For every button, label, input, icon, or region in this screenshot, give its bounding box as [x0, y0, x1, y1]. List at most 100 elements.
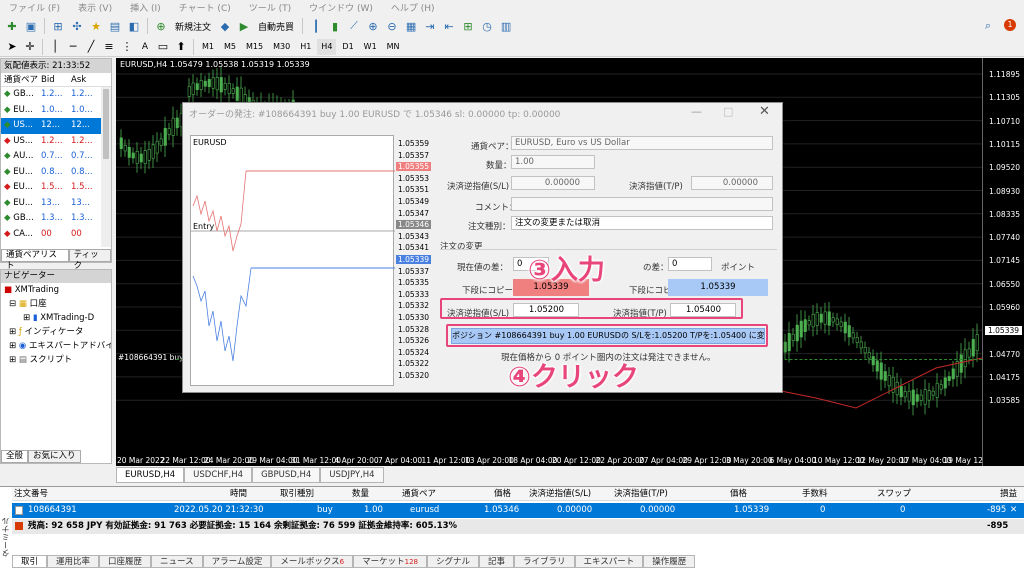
nav-item-scripts[interactable]: ⊞ ▤ スクリプト [1, 353, 111, 367]
chart-tab-gbpusd[interactable]: GBPUSD,H4 [252, 467, 321, 483]
new-order-button[interactable]: 新規注文 [172, 20, 214, 33]
market-row[interactable]: ◆ US... 12... 12... [1, 118, 111, 134]
tab-experts[interactable]: エキスパート [574, 555, 644, 568]
nav-item-xmtrading[interactable]: ■ XMTrading [1, 283, 111, 297]
menu-insert[interactable]: 挿入 (I) [121, 1, 170, 14]
th-sl[interactable]: 決済逆指値(S/L) [529, 487, 591, 501]
tab-alerts[interactable]: アラーム設定 [202, 555, 272, 568]
tab-journal[interactable]: 操作履歴 [643, 555, 696, 568]
order-row[interactable]: 108664391 2022.05.20 21:32:30 buy 1.00 e… [12, 503, 1024, 518]
cursor-icon[interactable]: ➤ [4, 38, 20, 56]
nav-item-accounts[interactable]: ⊟ ▦ 口座 [1, 297, 111, 311]
close-order-icon[interactable]: ✕ [1010, 503, 1017, 518]
tab-ticks[interactable]: ティック [68, 249, 111, 271]
scroll-icon[interactable]: ⇥ [422, 17, 438, 35]
tab-symbols[interactable]: 通貨ペアリスト [1, 249, 69, 271]
market-row[interactable]: ◆ EU... 13... 13... [1, 196, 111, 212]
market-row[interactable]: ◆ GB... 1.3... 1.3... [1, 211, 111, 227]
tp-input[interactable]: 0.00000 [691, 176, 773, 190]
line-chart-icon[interactable]: ⟋ [346, 17, 362, 35]
menu-tools[interactable]: ツール (T) [240, 1, 300, 14]
market-row[interactable]: ◆ EU... 0.8... 0.8... [1, 165, 111, 181]
chart-tab-usdjpy[interactable]: USDJPY,H4 [320, 467, 384, 483]
tab-market[interactable]: マーケット128 [353, 555, 427, 568]
tf-m5[interactable]: M5 [220, 39, 240, 55]
periods-icon[interactable]: ◷ [479, 17, 495, 35]
crosshair-icon[interactable]: ✛ [22, 38, 38, 56]
sl-input[interactable]: 0.00000 [511, 176, 595, 190]
bar-chart-icon[interactable]: ┃ [308, 17, 324, 35]
tab-mailbox[interactable]: メールボックス6 [271, 555, 354, 568]
expand-icon[interactable]: ⊟ [9, 299, 16, 309]
zoom-in-icon[interactable]: ⊕ [365, 17, 381, 35]
autotrading-icon[interactable]: ▶ [236, 17, 252, 35]
nav-item-experts[interactable]: ⊞ ◉ エキスパートアドバイザ [1, 339, 111, 353]
tf-d1[interactable]: D1 [338, 39, 357, 55]
market-row[interactable]: ◆ CA... 00 00 [1, 227, 111, 243]
menu-window[interactable]: ウインドウ (W) [300, 1, 382, 14]
symbol-select[interactable]: EURUSD, Euro vs US Dollar [511, 136, 773, 150]
th-ticket[interactable]: 注文番号 [14, 487, 48, 501]
metaeditor-icon[interactable]: ◆ [217, 17, 233, 35]
market-watch-icon[interactable]: ⊞ [50, 17, 66, 35]
expand-icon[interactable]: ⊞ [9, 355, 16, 365]
tab-articles[interactable]: 記事 [479, 555, 515, 568]
tab-history[interactable]: 口座履歴 [99, 555, 152, 568]
market-scrollbar[interactable] [101, 87, 111, 247]
tf-mn[interactable]: MN [383, 39, 404, 55]
tile-windows-icon[interactable]: ▦ [403, 17, 419, 35]
tf-h4[interactable]: H4 [317, 38, 337, 55]
minimize-icon[interactable]: — [691, 105, 702, 118]
maximize-icon[interactable]: □ [723, 105, 733, 118]
tf-h1[interactable]: H1 [296, 39, 315, 55]
th-type[interactable]: 取引種別 [280, 487, 314, 501]
tab-trade[interactable]: 取引 [12, 555, 48, 568]
new-order-icon[interactable]: ⊕ [153, 17, 169, 35]
fibonacci-icon[interactable]: ⋮ [119, 38, 135, 56]
th-price[interactable]: 価格 [494, 487, 511, 501]
tf-w1[interactable]: W1 [360, 39, 381, 55]
market-row[interactable]: ◆ EU... 1.5... 1.5... [1, 180, 111, 196]
label-icon[interactable]: ▭ [155, 38, 171, 56]
market-row[interactable]: ◆ AU... 0.7... 0.7... [1, 149, 111, 165]
tf-m15[interactable]: M15 [242, 39, 267, 55]
market-row[interactable]: ◆ GB... 1.2... 1.2... [1, 87, 111, 103]
comment-input[interactable] [511, 197, 773, 211]
chart-tab-eurusd[interactable]: EURUSD,H4 [116, 467, 185, 483]
text-icon[interactable]: A [137, 38, 153, 56]
th-time[interactable]: 時間 [230, 487, 247, 501]
tester-icon[interactable]: ◧ [126, 17, 142, 35]
profiles-icon[interactable]: ▣ [23, 17, 39, 35]
tf-m1[interactable]: M1 [198, 39, 218, 55]
expand-icon[interactable]: ⊞ [23, 313, 30, 323]
auto-trade-button[interactable]: 自動売買 [255, 20, 297, 33]
market-row[interactable]: ◆ US... 1.2... 1.2... [1, 134, 111, 150]
th-symbol[interactable]: 通貨ペア [402, 487, 436, 501]
tab-favorites[interactable]: お気に入り [28, 450, 81, 463]
nav-item-account[interactable]: ⊞ ▮ XMTrading-D [1, 311, 111, 325]
channel-icon[interactable]: ≡ [101, 38, 117, 56]
zoom-out-icon[interactable]: ⊖ [384, 17, 400, 35]
menu-chart[interactable]: チャート (C) [170, 1, 240, 14]
notification-badge[interactable]: 1 [1004, 19, 1016, 31]
th-tp[interactable]: 決済指値(T/P) [614, 487, 668, 501]
col-bid[interactable]: Bid [41, 73, 71, 86]
horizontal-line-icon[interactable]: ─ [65, 38, 81, 56]
menu-help[interactable]: ヘルプ (H) [382, 1, 444, 14]
tab-news[interactable]: ニュース [151, 555, 203, 568]
volume-select[interactable]: 1.00 [511, 155, 595, 169]
expand-icon[interactable]: ⊞ [9, 327, 16, 337]
new-chart-icon[interactable]: ✚ [4, 17, 20, 35]
th-current-price[interactable]: 価格 [730, 487, 747, 501]
col-symbol[interactable]: 通貨ペア [1, 73, 41, 86]
tab-library[interactable]: ライブラリ [514, 555, 575, 568]
vertical-line-icon[interactable]: │ [47, 38, 63, 56]
col-ask[interactable]: Ask [71, 73, 99, 86]
shift-icon[interactable]: ⇤ [441, 17, 457, 35]
navigator-icon[interactable]: ★ [88, 17, 104, 35]
search-icon[interactable]: ⌕ [980, 17, 996, 35]
tab-common[interactable]: 全般 [1, 450, 29, 463]
tp-diff-input[interactable]: 0 [668, 257, 712, 271]
th-profit[interactable]: 損益 [1000, 487, 1017, 501]
tf-m30[interactable]: M30 [269, 39, 294, 55]
